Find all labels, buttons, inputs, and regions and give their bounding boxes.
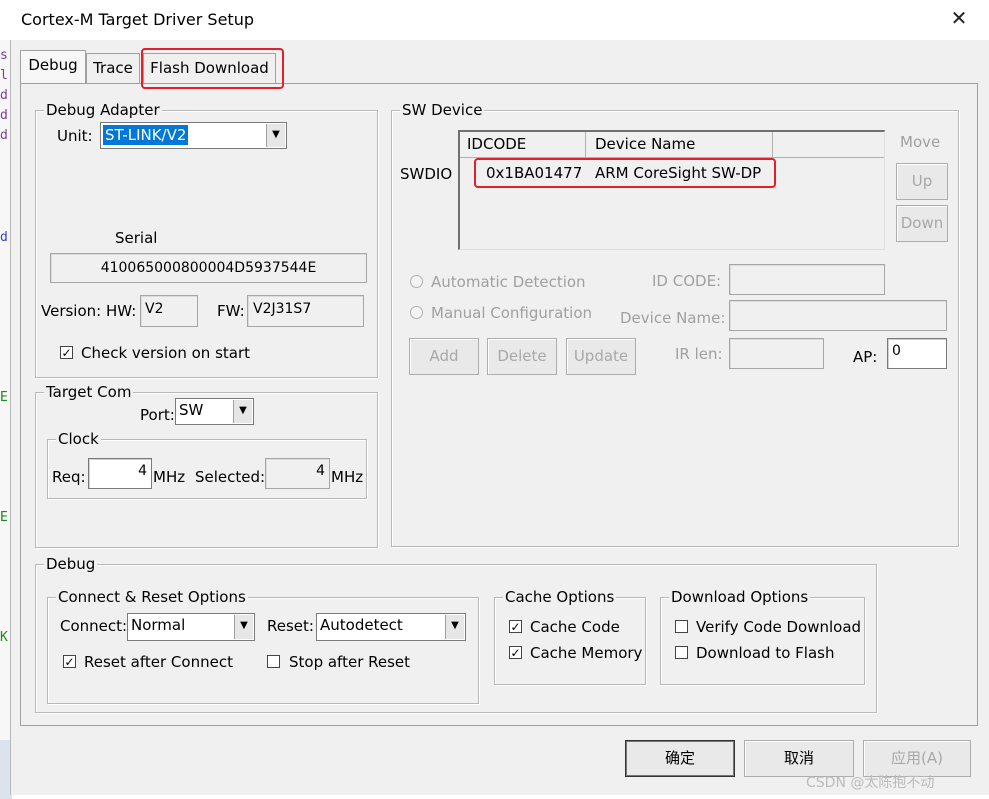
column-header-filler bbox=[773, 132, 884, 158]
cache-code-checkbox[interactable]: ✓ bbox=[509, 620, 522, 633]
cache-memory-checkbox[interactable]: ✓ bbox=[509, 646, 522, 659]
check-version-label: Check version on start bbox=[81, 344, 251, 362]
port-value: SW bbox=[179, 401, 204, 419]
debug-legend: Debug bbox=[44, 555, 98, 573]
cache-memory-label: Cache Memory bbox=[530, 644, 643, 662]
port-dropdown[interactable]: SW ▼ bbox=[175, 398, 254, 425]
connect-label: Connect: bbox=[60, 617, 128, 635]
clock-legend: Clock bbox=[56, 430, 101, 448]
tab-debug[interactable]: Debug bbox=[20, 50, 86, 83]
selected-field: 4 bbox=[265, 458, 330, 489]
automatic-detection-label: Automatic Detection bbox=[431, 273, 586, 291]
ir-len-field[interactable] bbox=[729, 338, 824, 369]
delete-button[interactable]: Delete bbox=[487, 338, 557, 375]
download-options-group: Download Options bbox=[660, 588, 865, 685]
req-label: Req: bbox=[52, 468, 86, 486]
stop-after-reset-label: Stop after Reset bbox=[289, 653, 411, 671]
download-to-flash-checkbox[interactable] bbox=[675, 646, 688, 659]
window-title: Cortex-M Target Driver Setup bbox=[21, 10, 254, 29]
reset-after-connect-checkbox[interactable]: ✓ bbox=[63, 655, 76, 668]
reset-after-connect-label: Reset after Connect bbox=[84, 653, 233, 671]
id-code-label: ID CODE: bbox=[652, 272, 722, 290]
chevron-down-icon[interactable]: ▼ bbox=[233, 400, 252, 423]
chevron-down-icon[interactable]: ▼ bbox=[234, 615, 253, 639]
move-label: Move bbox=[900, 133, 941, 151]
download-to-flash-label: Download to Flash bbox=[696, 644, 835, 662]
chevron-down-icon[interactable]: ▼ bbox=[266, 124, 285, 147]
req-unit-label: MHz bbox=[153, 468, 186, 486]
automatic-detection-radio[interactable] bbox=[410, 275, 423, 288]
debug-adapter-legend: Debug Adapter bbox=[44, 101, 162, 119]
unit-dropdown[interactable]: ST-LINK/V2 ▼ bbox=[100, 122, 287, 149]
version-hw-label: Version: HW: bbox=[41, 302, 137, 320]
reset-label: Reset: bbox=[267, 617, 314, 635]
connect-dropdown[interactable]: Normal ▼ bbox=[127, 613, 255, 641]
ir-len-label: IR len: bbox=[675, 345, 723, 363]
verify-code-download-checkbox[interactable] bbox=[675, 620, 688, 633]
verify-code-download-label: Verify Code Download bbox=[696, 618, 862, 636]
sw-device-legend: SW Device bbox=[400, 101, 485, 119]
background-editor-strip: s l d d d d E E K bbox=[0, 40, 10, 760]
close-icon[interactable]: ✕ bbox=[947, 6, 971, 30]
unit-value: ST-LINK/V2 bbox=[103, 125, 189, 145]
add-button[interactable]: Add bbox=[409, 338, 479, 375]
tab-trace[interactable]: Trace bbox=[86, 53, 140, 83]
reset-value: Autodetect bbox=[320, 616, 403, 634]
flash-download-highlight bbox=[141, 48, 284, 89]
ok-button[interactable]: 确定 bbox=[625, 740, 735, 777]
serial-label: Serial bbox=[115, 229, 158, 247]
manual-configuration-label: Manual Configuration bbox=[431, 304, 593, 322]
serial-field: 410065000800004D5937544E bbox=[50, 253, 367, 283]
ap-label: AP: bbox=[853, 348, 878, 366]
cache-options-group: Cache Options bbox=[494, 588, 646, 685]
reset-dropdown[interactable]: Autodetect ▼ bbox=[316, 613, 466, 641]
device-name-label: Device Name: bbox=[620, 309, 726, 327]
check-version-checkbox[interactable]: ✓ bbox=[60, 346, 73, 359]
target-com-legend: Target Com bbox=[44, 383, 134, 401]
column-header-idcode[interactable]: IDCODE bbox=[460, 132, 586, 158]
selected-unit-label: MHz bbox=[331, 468, 364, 486]
cache-options-legend: Cache Options bbox=[503, 588, 617, 606]
hw-version-field: V2 bbox=[140, 295, 198, 327]
update-button[interactable]: Update bbox=[566, 338, 636, 375]
id-code-field[interactable] bbox=[729, 264, 885, 295]
move-up-button[interactable]: Up bbox=[896, 163, 948, 200]
cache-code-label: Cache Code bbox=[530, 618, 620, 636]
idcode-row-highlight bbox=[474, 158, 776, 188]
fw-version-field: V2J31S7 bbox=[247, 295, 364, 327]
swdio-label: SWDIO bbox=[400, 165, 453, 183]
column-header-device-name[interactable]: Device Name bbox=[586, 132, 773, 158]
connect-value: Normal bbox=[131, 616, 186, 634]
fw-label: FW: bbox=[217, 302, 245, 320]
unit-label: Unit: bbox=[57, 127, 93, 145]
chevron-down-icon[interactable]: ▼ bbox=[445, 615, 464, 639]
stop-after-reset-checkbox[interactable] bbox=[267, 655, 280, 668]
selected-label: Selected: bbox=[195, 468, 266, 486]
move-down-button[interactable]: Down bbox=[896, 205, 948, 242]
req-field[interactable]: 4 bbox=[88, 458, 152, 489]
connect-reset-legend: Connect & Reset Options bbox=[56, 588, 248, 606]
download-options-legend: Download Options bbox=[669, 588, 811, 606]
watermark: CSDN @太陈抱不动 bbox=[806, 775, 935, 791]
debug-adapter-group: Debug Adapter bbox=[35, 101, 378, 378]
ap-field[interactable]: 0 bbox=[887, 338, 947, 369]
manual-configuration-radio[interactable] bbox=[410, 306, 423, 319]
device-name-field[interactable] bbox=[729, 300, 947, 331]
port-label: Port: bbox=[140, 406, 175, 424]
